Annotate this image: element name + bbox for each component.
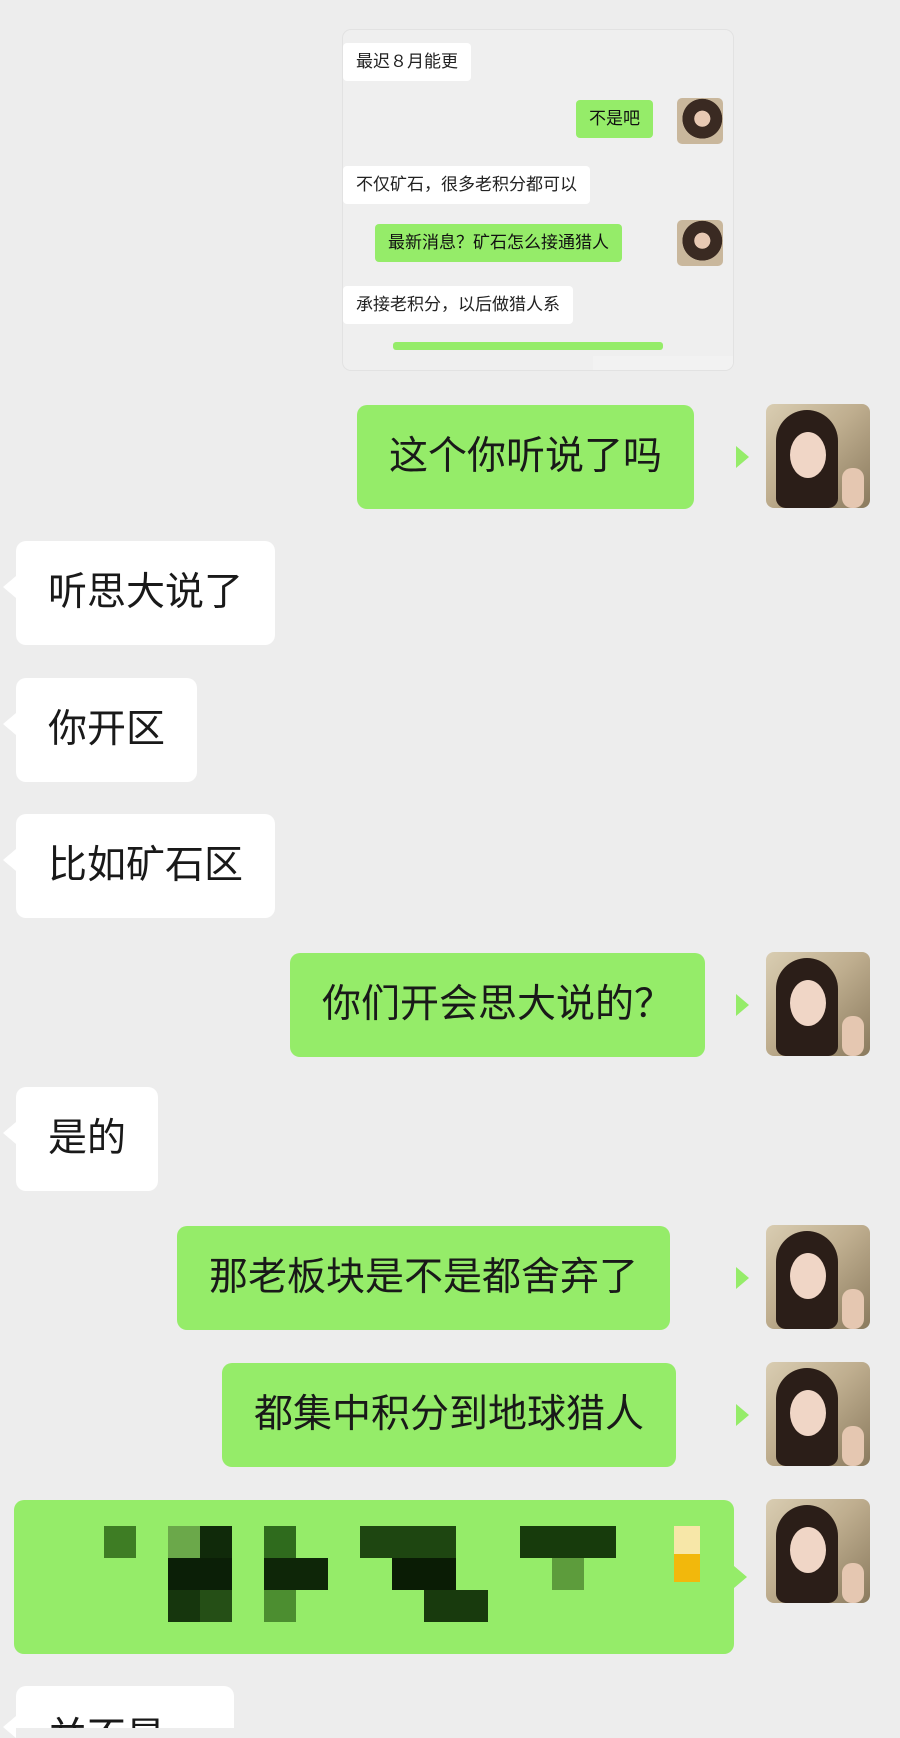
mosaic-block [392, 1558, 456, 1590]
bubble-tail [736, 1267, 749, 1289]
message-bubble-received[interactable]: 你开区 [16, 678, 198, 782]
bubble-tail [3, 1716, 16, 1738]
mosaic-block [168, 1558, 232, 1590]
mosaic-block [360, 1526, 456, 1558]
bubble-tail [734, 1566, 747, 1588]
avatar-hand [842, 1289, 864, 1329]
message-bubble-received[interactable]: 是的 [16, 1087, 159, 1191]
screenshot-message: 最新消息？矿石怎么接通猎人 [375, 224, 622, 262]
avatar[interactable] [766, 404, 870, 508]
mosaic-block [520, 1526, 616, 1558]
mosaic-block [552, 1558, 584, 1590]
message-bubble-sent[interactable]: 你们开会思大说的？ [290, 953, 706, 1057]
avatar-hand [842, 468, 864, 508]
screenshot-cut-bubble [393, 342, 663, 350]
screenshot-message: 最迟８月能更 [343, 43, 471, 81]
shared-screenshot[interactable]: 最迟８月能更 不是吧 不仅矿石，很多老积分都可以 最新消息？矿石怎么接通猎人 承… [343, 30, 733, 370]
bubble-tail [3, 1122, 16, 1144]
bubble-tail [736, 994, 749, 1016]
bubble-tail [3, 713, 16, 735]
avatar[interactable] [766, 1362, 870, 1466]
screenshot-input-bar [593, 356, 733, 370]
mosaic-block [264, 1526, 296, 1558]
message-bubble-received[interactable]: 比如矿石区 [16, 814, 276, 918]
screenshot-avatar [677, 220, 723, 266]
censored-message-bubble[interactable] [14, 1500, 734, 1654]
bubble-tail [3, 849, 16, 871]
mosaic-block [674, 1554, 700, 1582]
mosaic-block [264, 1558, 328, 1590]
bubble-tail [3, 576, 16, 598]
avatar-face [790, 432, 826, 478]
message-bubble-sent[interactable]: 这个你听说了吗 [357, 405, 695, 509]
bubble-tail [736, 1404, 749, 1426]
avatar-face [790, 1253, 826, 1299]
mosaic-block [264, 1590, 296, 1622]
avatar[interactable] [766, 1225, 870, 1329]
avatar-face [790, 1390, 826, 1436]
avatar[interactable] [766, 952, 870, 1056]
mosaic-block [200, 1526, 232, 1558]
avatar-hand [842, 1016, 864, 1056]
message-bubble-sent[interactable]: 那老板块是不是都舍弃了 [177, 1226, 671, 1330]
avatar-face [790, 980, 826, 1026]
avatar-face [790, 1527, 826, 1573]
mosaic-block [200, 1590, 232, 1622]
mosaic-block [674, 1526, 700, 1554]
screenshot-message: 承接老积分，以后做猎人系 [343, 286, 573, 324]
screenshot-avatar [677, 98, 723, 144]
mosaic-block [104, 1526, 136, 1558]
mosaic-block [424, 1590, 488, 1622]
message-bubble-received[interactable]: 听思大说了 [16, 541, 276, 645]
avatar-hand [842, 1426, 864, 1466]
avatar-hand [842, 1563, 864, 1603]
message-bubble-received[interactable]: 并不是... [16, 1686, 235, 1728]
screenshot-message: 不是吧 [576, 100, 653, 138]
bubble-tail [736, 446, 749, 468]
screenshot-message: 不仅矿石，很多老积分都可以 [343, 166, 590, 204]
mosaic-block [168, 1526, 200, 1558]
mosaic-block [168, 1590, 200, 1622]
avatar[interactable] [766, 1499, 870, 1603]
message-bubble-sent[interactable]: 都集中积分到地球猎人 [222, 1363, 677, 1467]
